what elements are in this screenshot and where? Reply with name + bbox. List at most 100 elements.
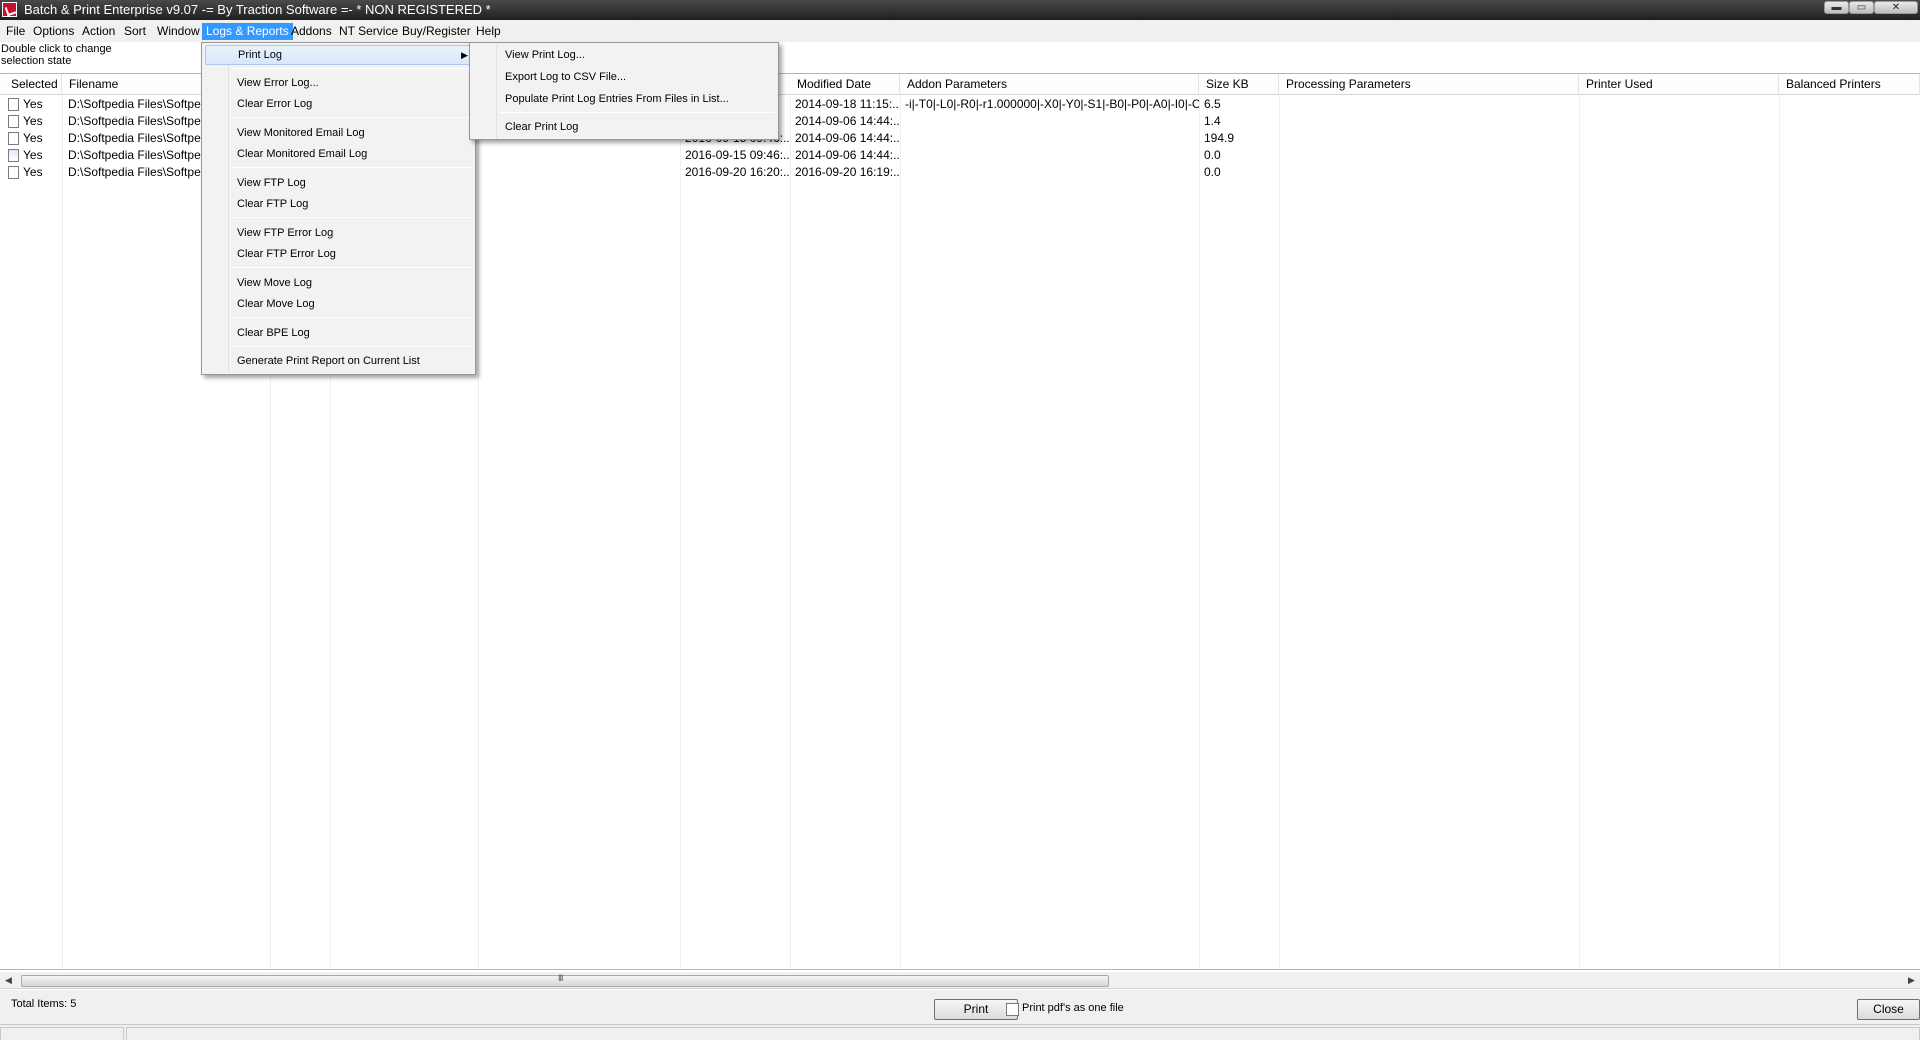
menu-item-clear-monitored-email-log[interactable]: Clear Monitored Email Log	[205, 144, 472, 164]
menu-action[interactable]: Action	[78, 23, 119, 40]
total-items-label: Total Items: 5	[11, 998, 77, 1010]
status-bar	[0, 1024, 1920, 1040]
scroll-right-icon[interactable]: ▶	[1903, 972, 1920, 989]
column-divider	[790, 95, 791, 969]
selection-hint: Double click to change selection state	[1, 43, 201, 67]
menu-item-clear-print-log[interactable]: Clear Print Log	[473, 117, 775, 137]
cell-filename: D:\Softpedia Files\Softpedia	[68, 97, 203, 111]
menu-separator	[232, 167, 472, 168]
cell-filename: D:\Softpedia Files\Softpedia	[68, 131, 203, 145]
cell-selected[interactable]: Yes	[18, 113, 62, 130]
cell-size: 1.4	[1204, 114, 1221, 128]
cell-selected[interactable]: Yes	[18, 147, 62, 164]
column-header-size-kb[interactable]: Size KB	[1199, 74, 1279, 95]
column-divider	[1579, 95, 1580, 969]
cell-size: 0.0	[1204, 165, 1221, 179]
menu-separator	[232, 217, 472, 218]
menu-logs-reports[interactable]: Logs & Reports	[202, 23, 293, 40]
cell-filename: D:\Softpedia Files\Softpedia	[68, 165, 203, 179]
column-divider	[680, 95, 681, 969]
hint-line-2: selection state	[1, 55, 72, 67]
menu-item-populate-print-log[interactable]: Populate Print Log Entries From Files in…	[473, 89, 775, 109]
cell-addon-parameters	[900, 130, 1199, 147]
column-header-selected[interactable]: Selected	[0, 74, 62, 95]
menu-item-clear-error-log[interactable]: Clear Error Log	[205, 94, 472, 114]
horizontal-scrollbar[interactable]: ◀ III ▶	[0, 972, 1920, 989]
menu-item-view-print-log[interactable]: View Print Log...	[473, 45, 775, 65]
minimize-button[interactable]: ▬	[1824, 1, 1849, 14]
menu-bar: File Options Action Sort Window Logs & R…	[0, 20, 1920, 42]
cell-size: 0.0	[1204, 148, 1221, 162]
cell-addon-parameters	[900, 147, 1199, 164]
menu-separator	[232, 68, 472, 69]
column-divider	[62, 95, 63, 969]
cell-created-date: 2016-09-20 16:20:...	[685, 165, 790, 179]
menu-separator	[232, 267, 472, 268]
column-header-printer-used[interactable]: Printer Used	[1579, 74, 1779, 95]
menu-item-clear-ftp-error-log[interactable]: Clear FTP Error Log	[205, 244, 472, 264]
print-log-submenu: View Print Log... Export Log to CSV File…	[469, 42, 779, 140]
cell-addon-parameters: -i|-T0|-L0|-R0|-r1.000000|-X0|-Y0|-S1|-B…	[905, 97, 1199, 111]
scroll-left-icon[interactable]: ◀	[0, 972, 17, 989]
menu-item-clear-ftp-log[interactable]: Clear FTP Log	[205, 194, 472, 214]
column-header-modified-date[interactable]: Modified Date	[790, 74, 900, 95]
menu-separator	[500, 112, 775, 113]
cell-modified-date: 2016-09-20 16:19:...	[795, 165, 900, 179]
pdf-one-file-checkbox[interactable]	[1006, 1003, 1019, 1016]
column-header-balanced-printers[interactable]: Balanced Printers	[1779, 74, 1920, 95]
menu-buy-register[interactable]: Buy/Register	[398, 23, 475, 40]
cell-filename: D:\Softpedia Files\Softpedia	[68, 148, 203, 162]
maximize-button[interactable]: ▭	[1849, 1, 1874, 14]
menu-item-view-ftp-error-log[interactable]: View FTP Error Log	[205, 223, 472, 243]
menu-item-label: Print Log	[238, 49, 283, 61]
menu-sort[interactable]: Sort	[120, 23, 150, 40]
menu-item-print-log[interactable]: Print Log ▶	[205, 45, 472, 65]
cell-filename: D:\Softpedia Files\Softpedia	[68, 114, 203, 128]
title-bar: Batch & Print Enterprise v9.07 -= By Tra…	[0, 0, 1920, 20]
menu-item-generate-print-report[interactable]: Generate Print Report on Current List	[205, 351, 472, 371]
menu-item-clear-bpe-log[interactable]: Clear BPE Log	[205, 323, 472, 343]
menu-separator	[232, 346, 472, 347]
close-button[interactable]: Close	[1857, 999, 1920, 1020]
menu-item-view-monitored-email-log[interactable]: View Monitored Email Log	[205, 123, 472, 143]
menu-help[interactable]: Help	[472, 23, 505, 40]
app-icon	[2, 2, 17, 17]
cell-selected[interactable]: Yes	[18, 130, 62, 147]
menu-options[interactable]: Options	[29, 23, 78, 40]
menu-file[interactable]: File	[2, 23, 29, 40]
pdf-one-file-label[interactable]: Print pdf's as one file	[1022, 1002, 1124, 1014]
menu-separator	[232, 117, 472, 118]
close-window-button[interactable]: ✕	[1874, 1, 1918, 14]
menu-separator	[232, 317, 472, 318]
cell-addon-parameters	[900, 113, 1199, 130]
menu-item-view-error-log[interactable]: View Error Log...	[205, 73, 472, 93]
window-title: Batch & Print Enterprise v9.07 -= By Tra…	[24, 2, 491, 17]
menu-item-export-log-csv[interactable]: Export Log to CSV File...	[473, 67, 775, 87]
menu-nt-service[interactable]: NT Service	[335, 23, 402, 40]
hint-line-1: Double click to change	[1, 43, 112, 55]
cell-selected[interactable]: Yes	[18, 96, 62, 113]
column-divider	[1279, 95, 1280, 969]
menu-item-view-move-log[interactable]: View Move Log	[205, 273, 472, 293]
menu-window[interactable]: Window	[153, 23, 204, 40]
cell-created-date: 2016-09-15 09:46:...	[685, 148, 790, 162]
menu-item-view-ftp-log[interactable]: View FTP Log	[205, 173, 472, 193]
cell-modified-date: 2014-09-06 14:44:...	[795, 114, 900, 128]
status-panel	[126, 1027, 1920, 1040]
column-header-processing-parameters[interactable]: Processing Parameters	[1279, 74, 1579, 95]
column-divider	[1779, 95, 1780, 969]
cell-modified-date: 2014-09-06 14:44:...	[795, 131, 900, 145]
cell-size: 6.5	[1204, 97, 1221, 111]
column-divider	[1199, 95, 1200, 969]
cell-selected[interactable]: Yes	[18, 164, 62, 181]
bottom-panel: Total Items: 5 Print Print pdf's as one …	[0, 990, 1920, 1024]
column-divider	[478, 95, 479, 969]
menu-item-clear-move-log[interactable]: Clear Move Log	[205, 294, 472, 314]
column-divider	[900, 95, 901, 969]
column-header-addon-parameters[interactable]: Addon Parameters	[900, 74, 1199, 95]
submenu-arrow-icon: ▶	[461, 50, 468, 60]
cell-size: 194.9	[1204, 131, 1235, 145]
menu-addons[interactable]: Addons	[287, 23, 336, 40]
scrollbar-thumb[interactable]: III	[21, 973, 1109, 987]
cell-addon-parameters	[900, 164, 1199, 181]
